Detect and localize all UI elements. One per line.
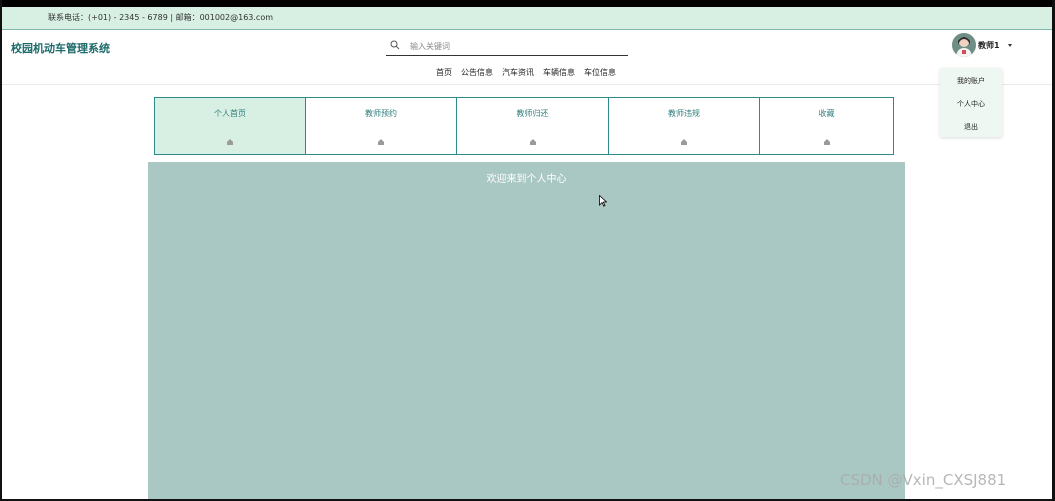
home-icon	[227, 139, 233, 145]
search-box[interactable]	[386, 37, 628, 56]
home-icon	[529, 139, 536, 145]
window-frame-top	[0, 0, 1055, 7]
main-nav: 首页 公告信息 汽车资讯 车辆信息 车位信息	[436, 67, 616, 79]
menu-item-my-account[interactable]: 我的账户	[940, 76, 1002, 86]
menu-item-personal-center[interactable]: 个人中心	[940, 99, 1002, 109]
welcome-message: 欢迎来到个人中心	[486, 174, 567, 185]
home-icon	[681, 139, 687, 145]
tab-teacher-violation[interactable]: 教师违规	[609, 98, 760, 154]
site-title: 校园机动车管理系统	[11, 42, 110, 55]
contact-bar: 联系电话：(+01) - 2345 - 6789 | 邮箱：001002@163…	[2, 7, 1052, 30]
tab-label: 教师违规	[668, 109, 700, 118]
content-panel: 欢迎来到个人中心	[148, 162, 905, 499]
nav-vehicle-info[interactable]: 车辆信息	[543, 67, 575, 79]
tab-personal-home[interactable]: 个人首页	[155, 98, 306, 154]
tab-teacher-return[interactable]: 教师归还	[457, 98, 609, 154]
home-icon	[378, 139, 384, 145]
home-icon	[823, 139, 830, 145]
user-menu-trigger[interactable]: 教师1	[952, 32, 1012, 58]
caret-down-icon[interactable]	[1007, 43, 1012, 47]
menu-item-logout[interactable]: 退出	[940, 122, 1002, 132]
search-input[interactable]	[408, 38, 622, 54]
tab-label: 教师预约	[365, 109, 397, 118]
tab-teacher-reservation[interactable]: 教师预约	[306, 98, 457, 154]
contact-info: 联系电话：(+01) - 2345 - 6789 | 邮箱：001002@163…	[48, 13, 274, 22]
tab-favorites[interactable]: 收藏	[760, 98, 893, 154]
site-header: 校园机动车管理系统 首页 公告信息 汽车资讯 车辆信息 车位信息 教师1	[2, 30, 1052, 85]
nav-car-news[interactable]: 汽车资讯	[502, 67, 534, 79]
tab-label: 教师归还	[516, 109, 549, 118]
user-dropdown-menu: 我的账户 个人中心 退出	[940, 68, 1002, 137]
nav-parking-info[interactable]: 车位信息	[584, 67, 616, 79]
personal-center-tabs: 个人首页 教师预约 教师归还 教师违规 收藏	[154, 97, 894, 155]
watermark: CSDN @Vxin_CXSJ881	[840, 471, 1007, 489]
nav-announcements[interactable]: 公告信息	[461, 67, 493, 79]
username[interactable]: 教师1	[978, 40, 1000, 51]
tab-label: 收藏	[818, 109, 835, 118]
avatar-image	[952, 33, 976, 57]
avatar[interactable]	[952, 33, 976, 57]
search-icon[interactable]	[390, 40, 400, 50]
nav-home[interactable]: 首页	[436, 67, 452, 79]
tab-label: 个人首页	[214, 109, 246, 118]
mouse-cursor-icon	[599, 195, 607, 207]
